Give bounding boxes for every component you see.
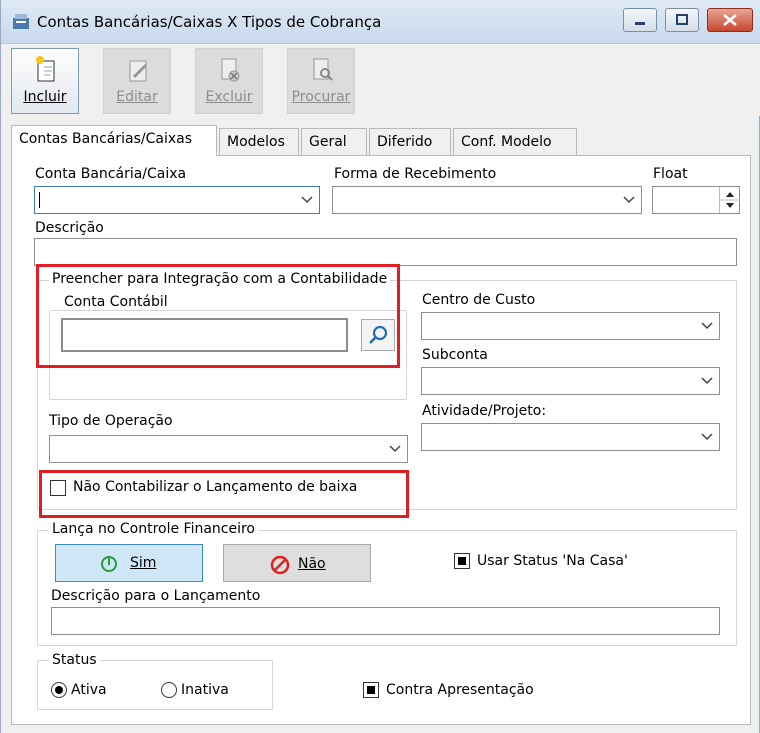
highlight-conta-contabil xyxy=(36,264,400,368)
chevron-down-icon xyxy=(301,196,313,204)
usar-status-checkbox[interactable] xyxy=(454,553,470,569)
chevron-down-icon xyxy=(389,445,401,453)
status-group-title: Status xyxy=(49,652,100,668)
descricao-label: Descrição xyxy=(35,220,104,236)
sim-label: Sim xyxy=(130,555,157,571)
forma-recebimento-label: Forma de Recebimento xyxy=(334,166,497,182)
descricao-input[interactable] xyxy=(34,238,737,266)
incluir-label: Incluir xyxy=(23,89,67,105)
float-spinner[interactable] xyxy=(652,186,740,214)
tab-diferido[interactable]: Diferido xyxy=(369,128,451,156)
delete-document-icon xyxy=(221,58,240,82)
chevron-down-icon xyxy=(701,322,713,330)
descricao-lancamento-input[interactable] xyxy=(51,607,720,635)
app-icon xyxy=(13,14,29,29)
centro-custo-combo[interactable] xyxy=(421,312,720,340)
ativa-radio[interactable] xyxy=(51,682,67,698)
title-bar: Contas Bancárias/Caixas X Tipos de Cobra… xyxy=(1,0,760,44)
inativa-radio[interactable] xyxy=(161,682,177,698)
chevron-down-icon xyxy=(623,196,635,204)
tab-contas-bancarias[interactable]: Contas Bancárias/Caixas xyxy=(11,125,217,156)
power-icon xyxy=(101,556,117,572)
chevron-down-icon xyxy=(701,377,713,385)
minimize-icon xyxy=(635,22,645,25)
controle-financeiro-group-title: Lança no Controle Financeiro xyxy=(49,521,258,537)
procurar-button[interactable]: Procurar xyxy=(287,48,355,114)
tipo-operacao-combo[interactable] xyxy=(49,435,408,463)
usar-status-label: Usar Status 'Na Casa' xyxy=(477,553,628,569)
highlight-nao-contabilizar xyxy=(39,470,409,518)
sim-button[interactable]: Sim xyxy=(55,544,203,582)
subconta-label: Subconta xyxy=(422,347,488,363)
float-label: Float xyxy=(653,166,688,182)
tipo-operacao-label: Tipo de Operação xyxy=(49,413,173,429)
conta-bancaria-label: Conta Bancária/Caixa xyxy=(35,166,187,182)
spin-arrows-icon xyxy=(720,192,740,208)
chevron-down-icon xyxy=(701,433,713,441)
maximize-button[interactable] xyxy=(665,8,699,32)
nao-button[interactable]: Não xyxy=(223,544,371,582)
window-title: Contas Bancárias/Caixas X Tipos de Cobra… xyxy=(37,13,382,31)
maximize-icon xyxy=(676,14,688,25)
tab-geral[interactable]: Geral xyxy=(301,128,367,156)
ativa-label: Ativa xyxy=(71,682,107,698)
block-icon xyxy=(270,555,290,575)
atividade-combo[interactable] xyxy=(421,423,720,451)
subconta-combo[interactable] xyxy=(421,367,720,395)
contra-apresentacao-label: Contra Apresentação xyxy=(386,682,534,698)
new-document-icon xyxy=(36,56,55,82)
tab-modelos[interactable]: Modelos xyxy=(219,128,299,156)
centro-custo-label: Centro de Custo xyxy=(422,292,536,308)
search-document-icon xyxy=(313,58,333,81)
close-button[interactable] xyxy=(707,8,753,32)
spin-buttons[interactable] xyxy=(719,187,740,213)
excluir-button[interactable]: Excluir xyxy=(195,48,263,114)
tab-conf-modelo[interactable]: Conf. Modelo xyxy=(453,128,577,156)
inativa-label: Inativa xyxy=(181,682,229,698)
procurar-label: Procurar xyxy=(291,89,351,105)
edit-document-icon xyxy=(129,60,148,82)
nao-label: Não xyxy=(298,556,326,572)
incluir-button[interactable]: Incluir xyxy=(11,48,79,114)
excluir-label: Excluir xyxy=(205,89,253,105)
forma-recebimento-combo[interactable] xyxy=(332,186,642,214)
minimize-button[interactable] xyxy=(623,8,657,32)
editar-label: Editar xyxy=(116,89,158,105)
contra-apresentacao-checkbox[interactable] xyxy=(363,682,379,698)
text-cursor xyxy=(39,192,40,208)
window: Contas Bancárias/Caixas X Tipos de Cobra… xyxy=(0,0,760,733)
descricao-lancamento-label: Descrição para o Lançamento xyxy=(51,588,261,604)
atividade-label: Atividade/Projeto: xyxy=(422,403,547,419)
editar-button[interactable]: Editar xyxy=(103,48,171,114)
close-icon xyxy=(723,14,737,26)
conta-bancaria-combo[interactable] xyxy=(34,186,320,214)
